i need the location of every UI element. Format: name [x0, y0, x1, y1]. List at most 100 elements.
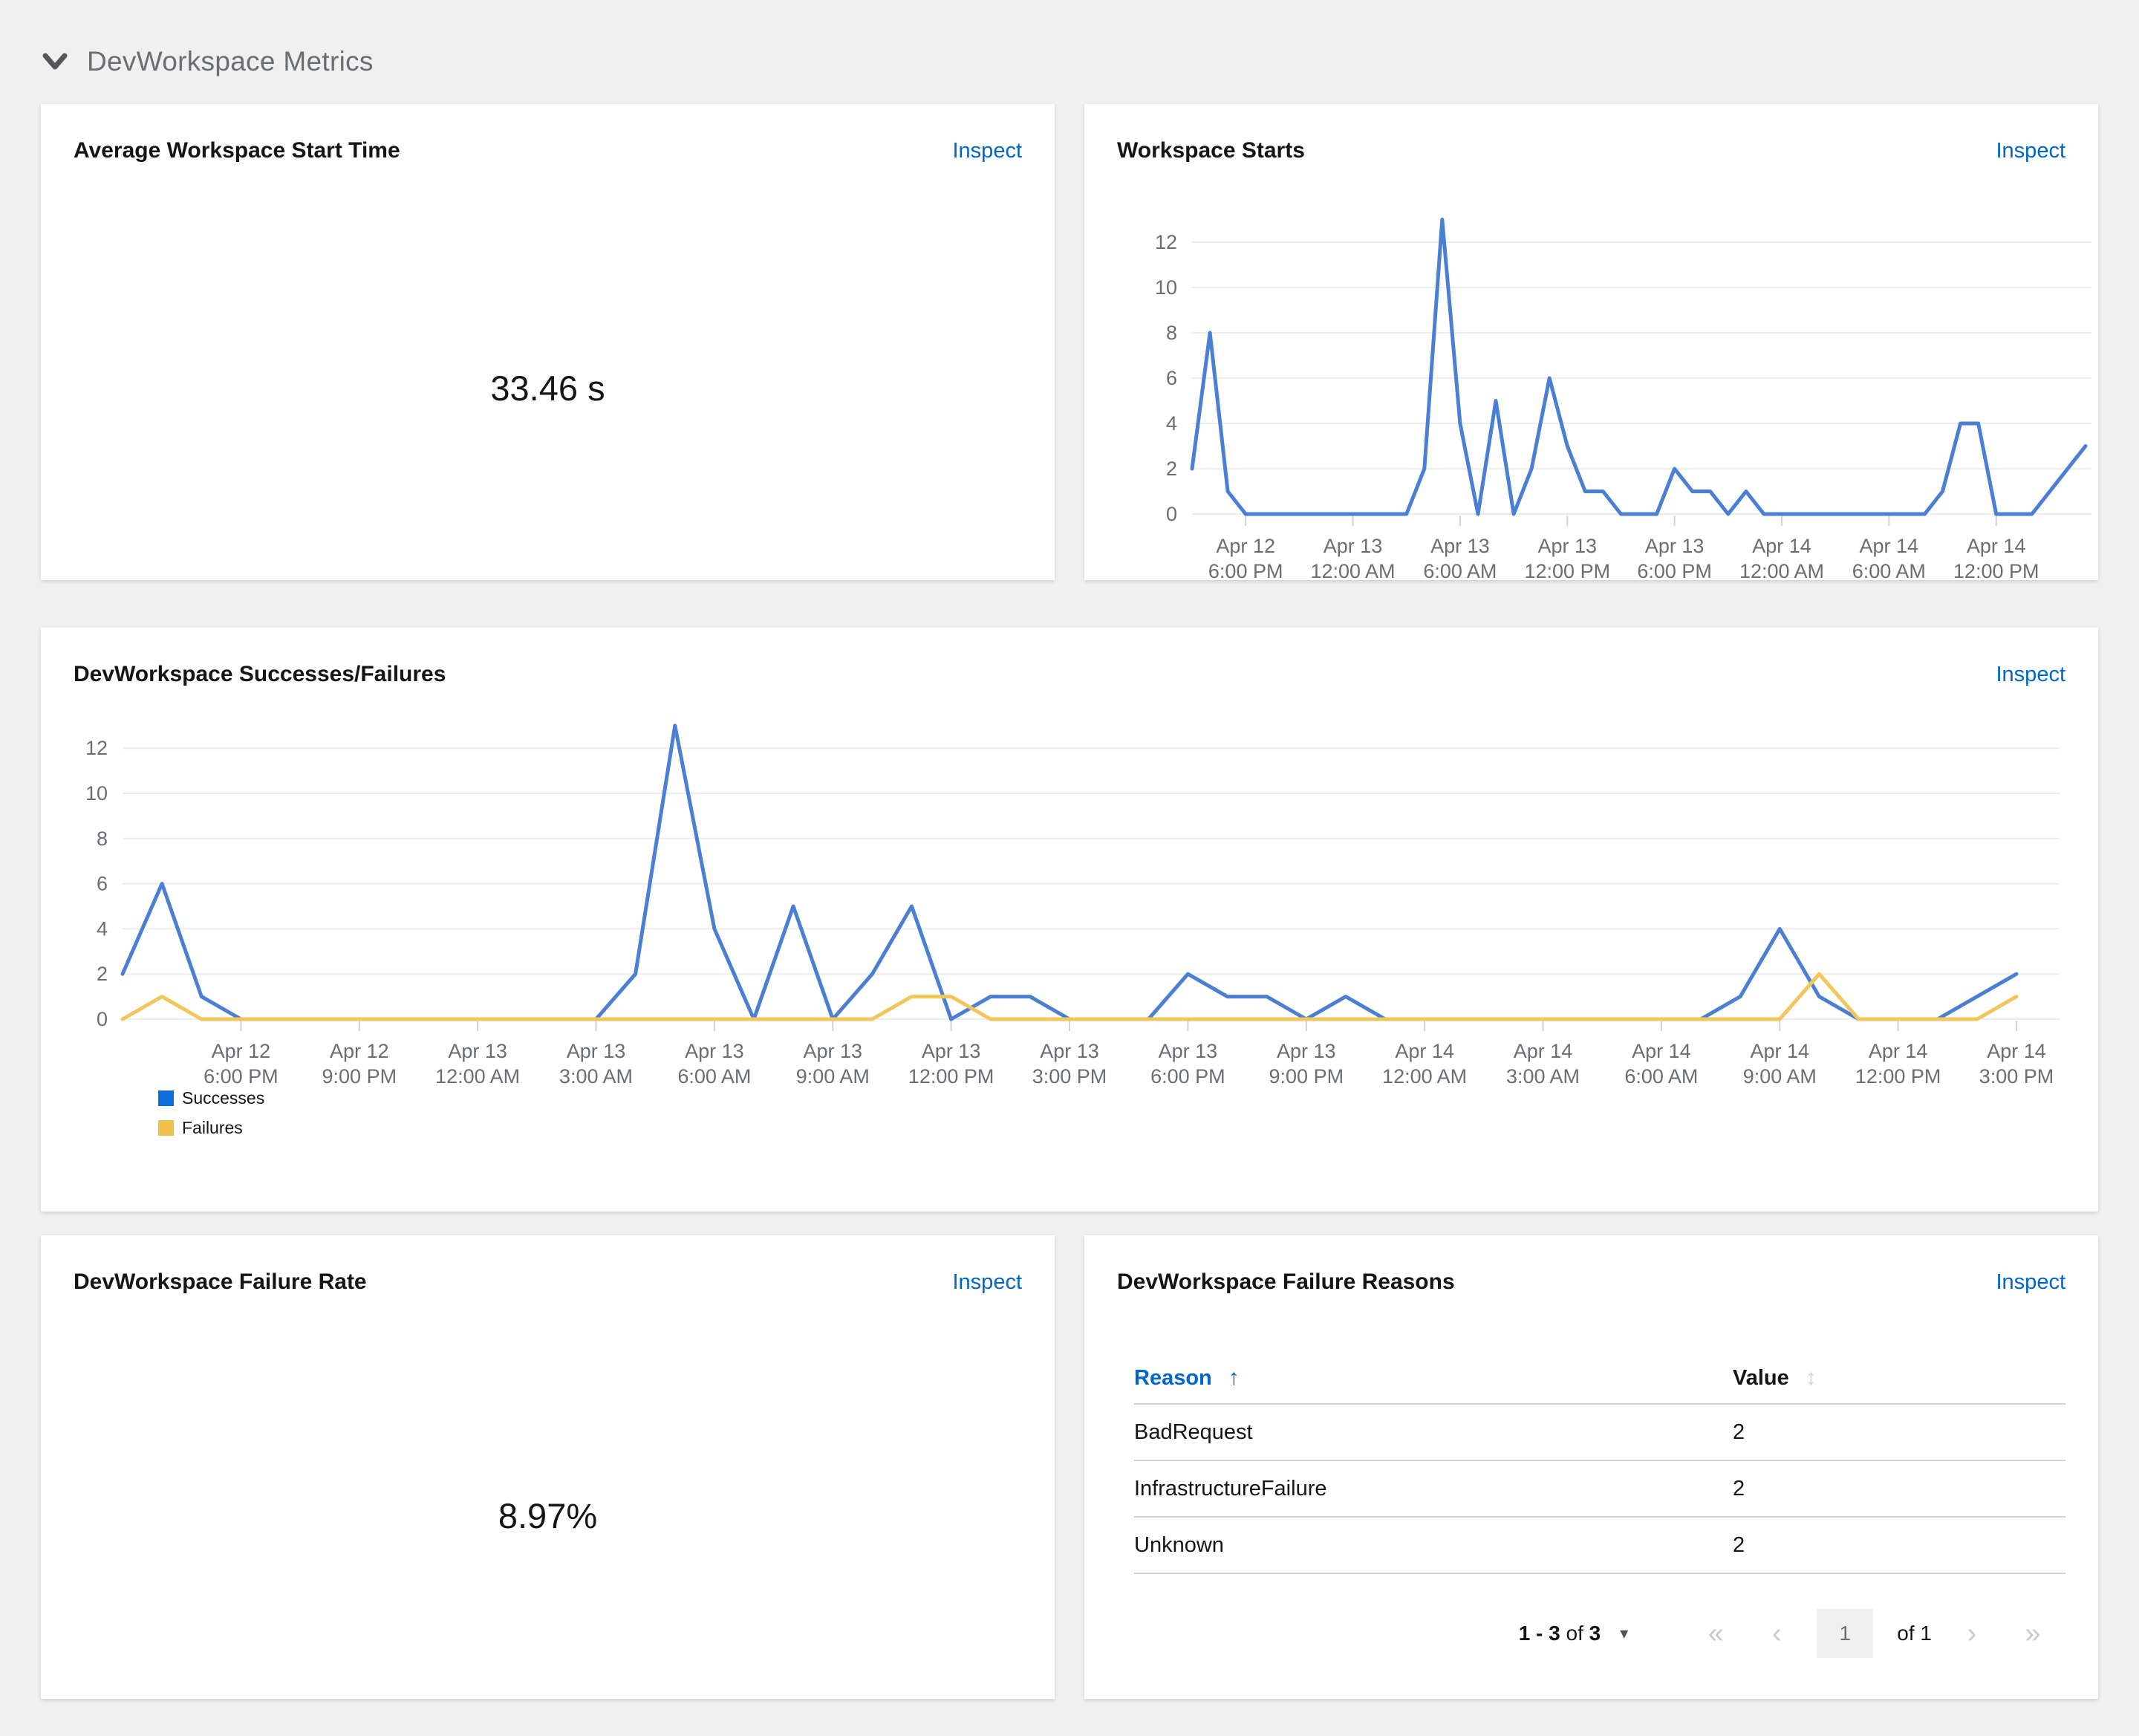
cell-reason: InfrastructureFailure [1134, 1476, 1327, 1501]
total-pages-count: 1 [1920, 1622, 1932, 1645]
current-page-input[interactable] [1817, 1609, 1874, 1658]
svg-text:6: 6 [1166, 367, 1177, 389]
svg-text:9:00 PM: 9:00 PM [1269, 1065, 1344, 1088]
svg-text:12:00 PM: 12:00 PM [908, 1065, 994, 1088]
svg-text:10: 10 [85, 782, 108, 804]
svg-text:Apr 12: Apr 12 [212, 1040, 271, 1062]
pagination-of-word: of [1566, 1622, 1583, 1645]
svg-text:9:00 AM: 9:00 AM [1743, 1065, 1817, 1088]
svg-text:Apr 14: Apr 14 [1632, 1040, 1691, 1062]
svg-text:12:00 PM: 12:00 PM [1525, 560, 1611, 582]
cell-reason: BadRequest [1134, 1420, 1253, 1444]
section-title: DevWorkspace Metrics [87, 46, 374, 77]
svg-text:4: 4 [1166, 412, 1177, 435]
legend-item-failures: Failures [158, 1118, 264, 1138]
svg-text:8: 8 [1166, 322, 1177, 344]
cell-reason: Unknown [1134, 1532, 1224, 1557]
svg-text:Apr 13: Apr 13 [922, 1040, 981, 1062]
inspect-link-avg-start-time[interactable]: Inspect [953, 139, 1023, 163]
table-header-row: Reason ↑ Value ↕ [1134, 1353, 2065, 1405]
failure-rate-value: 8.97% [498, 1496, 598, 1535]
svg-text:Apr 14: Apr 14 [1967, 535, 2026, 557]
svg-text:Apr 14: Apr 14 [1514, 1040, 1573, 1062]
svg-text:Apr 14: Apr 14 [1860, 535, 1919, 557]
card-workspace-starts: Workspace Starts Inspect 0 2 4 6 8 10 12 Apr 12… [1084, 104, 2098, 582]
svg-text:6:00 PM: 6:00 PM [1637, 560, 1712, 582]
last-page-button[interactable]: » [2012, 1613, 2054, 1654]
pagination-nav: « ‹ of 1 › » [1695, 1609, 2054, 1658]
svg-text:Apr 13: Apr 13 [1277, 1040, 1336, 1062]
workspace-starts-line-chart: 0 2 4 6 8 10 12 Apr 12 6:00 PM Apr 13 12:00 AM Apr … [1155, 218, 2091, 582]
cell-value: 2 [1733, 1420, 1745, 1444]
card-successes-failures: DevWorkspace Successes/Failures Inspect … [41, 628, 2098, 1212]
column-header-value[interactable]: Value ↕ [1733, 1365, 1817, 1391]
svg-text:Apr 13: Apr 13 [1159, 1040, 1218, 1062]
svg-text:6:00 AM: 6:00 AM [677, 1065, 751, 1088]
pagination-options-toggle[interactable]: 1 - 3 of 3 ▾ [1519, 1622, 1629, 1645]
cell-value: 2 [1733, 1532, 1745, 1557]
card-failure-rate: DevWorkspace Failure Rate Inspect 8.97% [41, 1235, 1055, 1699]
caret-down-icon: ▾ [1620, 1624, 1629, 1642]
failure-reasons-table: Reason ↑ Value ↕ BadRequest 2 Infrastruc… [1134, 1353, 2065, 1574]
svg-text:4: 4 [97, 917, 108, 940]
pagination-of-word: of [1897, 1622, 1915, 1645]
pagination: 1 - 3 of 3 ▾ « ‹ of 1 › » [1519, 1609, 2054, 1658]
svg-text:2: 2 [1166, 458, 1177, 480]
section-toggle[interactable]: DevWorkspace Metrics [41, 46, 374, 77]
legend-label-successes: Successes [182, 1088, 265, 1108]
card-title: Average Workspace Start Time [74, 138, 400, 163]
column-label-value: Value [1733, 1365, 1789, 1390]
pagination-range-items: 1 - 3 [1518, 1622, 1560, 1645]
pagination-range: 1 - 3 of 3 [1519, 1622, 1601, 1645]
legend-label-failures: Failures [182, 1118, 243, 1137]
svg-text:12:00 AM: 12:00 AM [1310, 560, 1395, 582]
svg-text:12:00 PM: 12:00 PM [1953, 560, 2039, 582]
svg-text:3:00 AM: 3:00 AM [559, 1065, 633, 1088]
svg-text:12: 12 [1155, 231, 1177, 253]
svg-text:6:00 PM: 6:00 PM [1150, 1065, 1225, 1088]
svg-text:Apr 14: Apr 14 [1751, 1040, 1810, 1062]
card-title: DevWorkspace Failure Rate [74, 1270, 367, 1294]
next-page-button[interactable]: › [1951, 1613, 1993, 1654]
svg-text:Apr 12: Apr 12 [330, 1040, 389, 1062]
svg-text:12:00 AM: 12:00 AM [1739, 560, 1824, 582]
svg-text:Apr 14: Apr 14 [1752, 535, 1811, 557]
column-header-reason[interactable]: Reason ↑ [1134, 1365, 1240, 1391]
chart-legend: Successes Failures [158, 1088, 264, 1138]
svg-text:Apr 14: Apr 14 [1869, 1040, 1928, 1062]
devworkspace-metrics-page: DevWorkspace Metrics Average Workspace S… [0, 0, 2139, 1736]
inspect-link-failure-reasons[interactable]: Inspect [1996, 1270, 2066, 1295]
sort-ascending-icon: ↑ [1228, 1365, 1240, 1390]
table-row: InfrastructureFailure 2 [1134, 1461, 2065, 1518]
card-average-workspace-start-time: Average Workspace Start Time Inspect 33.… [41, 104, 1055, 580]
successes-swatch-icon [158, 1090, 174, 1106]
svg-text:12:00 AM: 12:00 AM [1382, 1065, 1467, 1088]
pagination-items-total: 3 [1589, 1622, 1601, 1645]
svg-text:6:00 AM: 6:00 AM [1423, 560, 1497, 582]
svg-text:12:00 AM: 12:00 AM [435, 1065, 520, 1088]
sortable-icon: ↕ [1805, 1365, 1817, 1390]
first-page-button[interactable]: « [1695, 1613, 1736, 1654]
successes-failures-line-chart: 0 2 4 6 8 10 12 Apr 12 6:00 PM Apr 12 9:00 PM Apr 1… [85, 724, 2060, 1088]
table-row: Unknown 2 [1134, 1518, 2065, 1574]
avg-start-time-value: 33.46 s [490, 368, 605, 408]
svg-text:Apr 13: Apr 13 [448, 1040, 507, 1062]
inspect-link-failure-rate[interactable]: Inspect [953, 1270, 1023, 1295]
svg-text:Apr 13: Apr 13 [1324, 535, 1383, 557]
column-label-reason: Reason [1134, 1365, 1212, 1390]
svg-text:3:00 AM: 3:00 AM [1506, 1065, 1580, 1088]
svg-text:Apr 14: Apr 14 [1395, 1040, 1454, 1062]
svg-text:6:00 AM: 6:00 AM [1624, 1065, 1698, 1088]
svg-text:Apr 12: Apr 12 [1216, 535, 1275, 557]
svg-text:6: 6 [97, 873, 108, 895]
svg-text:Apr 13: Apr 13 [1645, 535, 1705, 557]
svg-text:2: 2 [97, 963, 108, 985]
card-failure-reasons: DevWorkspace Failure Reasons Inspect Rea… [1084, 1235, 2098, 1699]
svg-text:10: 10 [1155, 276, 1177, 299]
previous-page-button[interactable]: ‹ [1756, 1613, 1797, 1654]
svg-text:0: 0 [1166, 503, 1177, 525]
svg-text:3:00 PM: 3:00 PM [1979, 1065, 2054, 1088]
svg-text:12: 12 [85, 737, 108, 759]
svg-text:Apr 13: Apr 13 [1538, 535, 1598, 557]
pagination-total-pages: of 1 [1897, 1622, 1932, 1645]
